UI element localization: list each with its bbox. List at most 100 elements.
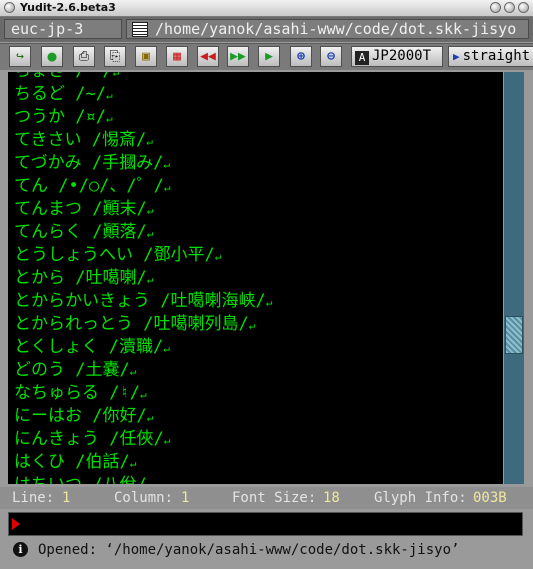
line-end-icon: ↵ <box>163 434 171 447</box>
zoom-in-button[interactable]: ⊕ <box>290 46 312 67</box>
column-value: 1 <box>181 490 190 506</box>
cursor-arrow-icon <box>12 518 20 530</box>
line-end-icon: ↵ <box>214 250 222 263</box>
line-end-icon: ↵ <box>146 227 154 240</box>
editor-line-text: ちょき /ー/ <box>14 72 113 81</box>
rewind-icon: ◀◀ <box>200 49 216 64</box>
editor-line[interactable]: とからかいきょう /吐噶喇海峡/↵ <box>14 290 272 313</box>
zoom-out-button[interactable]: ⊖ <box>320 46 342 67</box>
editor-line[interactable]: とかられっとう /吐噶喇列島/↵ <box>14 313 272 336</box>
line-end-icon: ↵ <box>146 273 154 286</box>
line-end-icon: ↵ <box>139 388 147 401</box>
direction-label: straight <box>462 48 531 64</box>
editor-line-text: てんまつ /顚末/ <box>14 199 147 219</box>
editor-line[interactable]: とくしょく /瀆職/↵ <box>14 336 272 359</box>
editor-line[interactable]: とうしょうへい /鄧小平/↵ <box>14 244 272 267</box>
editor-line[interactable]: ちょき /ー/↵ <box>14 72 272 83</box>
zoom-out-icon: ⊖ <box>327 49 335 64</box>
line-end-icon: ↵ <box>105 89 113 102</box>
editor-line[interactable]: てんらく /顚落/↵ <box>14 221 272 244</box>
editor-line-text: つうか /¤/ <box>14 107 106 127</box>
editor-line[interactable]: はくひ /伯話/↵ <box>14 451 272 474</box>
record-button[interactable]: ● <box>41 46 63 67</box>
print-preview-icon: ⎘ <box>109 49 121 64</box>
maximize-button[interactable] <box>504 2 515 13</box>
font-select-button[interactable]: A JP2000T <box>351 46 443 67</box>
vertical-scrollbar[interactable] <box>504 72 524 484</box>
direction-button[interactable]: ▶ straight <box>448 46 533 67</box>
window-title: Yudit-2.6.beta3 <box>20 1 116 14</box>
line-end-icon: ↵ <box>163 181 171 194</box>
font-icon: A <box>355 51 369 65</box>
line-end-icon: ↵ <box>112 72 120 79</box>
message-bar: i Opened: ‘/home/yanok/asahi-www/code/do… <box>0 539 533 561</box>
editor-line-text: とくしょく /瀆職/ <box>14 337 164 357</box>
editor-line[interactable]: てきさい /惕斎/↵ <box>14 129 272 152</box>
file-path-field[interactable]: /home/yanok/asahi-www/code/dot.skk-jisyo <box>126 19 529 39</box>
line-end-icon: ↵ <box>163 158 170 171</box>
editor-line[interactable]: はちいつ /八佾/↵ <box>14 474 272 484</box>
editor-line[interactable]: なちゅらる /♮/↵ <box>14 382 272 405</box>
editor-line-text: にーはお /你好/ <box>14 406 147 426</box>
editor-line[interactable]: にーはお /你好/↵ <box>14 405 272 428</box>
editor-line[interactable]: てん /•/○/、/゜/↵ <box>14 175 272 198</box>
font-name: JP2000T <box>372 48 432 64</box>
fast-forward-icon: ▶▶ <box>230 49 246 64</box>
glyph-info-label: Glyph Info: <box>374 490 467 506</box>
rewind-button[interactable]: ◀◀ <box>197 46 219 67</box>
keyboard-map-icon: ▣ <box>142 49 150 64</box>
open-file-button[interactable]: ↪ <box>9 46 31 67</box>
font-size-label: Font Size: <box>232 490 317 506</box>
line-end-icon: ↵ <box>105 112 113 125</box>
editor-line-text: てん /•/○/、/゜/ <box>14 176 164 196</box>
text-editor[interactable]: ちょき /ー/↵ちるど /~/↵つうか /¤/↵てきさい /惕斎/↵てづかみ /… <box>8 72 503 484</box>
zoom-in-icon: ⊕ <box>297 49 305 64</box>
scrollbar-thumb[interactable] <box>505 316 523 354</box>
open-file-icon: ↪ <box>16 49 24 64</box>
line-end-icon: ↵ <box>248 319 256 332</box>
editor-line[interactable]: ちるど /~/↵ <box>14 83 272 106</box>
editor-line[interactable]: にんきょう /任俠/↵ <box>14 428 272 451</box>
editor-line-text: とからかいきょう /吐噶喇海峡/ <box>14 291 266 311</box>
editor-line-text: とかられっとう /吐噶喇列島/ <box>14 314 249 334</box>
editor-line[interactable]: てんまつ /顚末/↵ <box>14 198 272 221</box>
title-bar[interactable]: Yudit-2.6.beta3 <box>0 0 533 17</box>
print-icon: ⎙ <box>78 49 90 64</box>
minimize-button[interactable] <box>490 2 501 13</box>
info-icon: i <box>13 542 28 557</box>
document-icon <box>132 22 148 37</box>
editor-line-text: なちゅらる /♮/ <box>14 383 140 403</box>
line-end-icon: ↵ <box>129 365 137 378</box>
line-end-icon: ↵ <box>146 204 154 217</box>
command-input[interactable] <box>8 512 523 536</box>
play-icon: ▶ <box>453 50 460 63</box>
glyph-info-value: 003B <box>473 490 507 506</box>
line-end-icon: ↵ <box>146 411 154 424</box>
window-menu-button[interactable] <box>4 2 15 13</box>
fast-forward-button[interactable]: ▶▶ <box>227 46 249 67</box>
line-end-icon: ↵ <box>265 296 273 309</box>
print-preview-button[interactable]: ⎘ <box>104 46 126 67</box>
editor-line-text: てきさい /惕斎/ <box>14 130 147 150</box>
editor-line[interactable]: どのう /土嚢/↵ <box>14 359 272 382</box>
keyboard-map-button[interactable]: ▣ <box>135 46 157 67</box>
close-button[interactable] <box>518 2 529 13</box>
editor-line-text: ちるど /~/ <box>14 84 106 104</box>
editor-line[interactable]: てづかみ /手摑み/↵ <box>14 152 272 175</box>
editor-line-text: どのう /土嚢/ <box>14 360 130 380</box>
column-label: Column: <box>114 490 174 506</box>
record-icon: ● <box>47 47 57 65</box>
encoding-field[interactable]: euc-jp-3 <box>4 19 122 39</box>
header-bar: euc-jp-3 /home/yanok/asahi-www/code/dot.… <box>0 17 533 42</box>
line-label: Line: <box>12 490 55 506</box>
editor-line[interactable]: とから /吐噶喇/↵ <box>14 267 272 290</box>
editor-line[interactable]: つうか /¤/↵ <box>14 106 272 129</box>
line-end-icon: ↵ <box>129 457 137 470</box>
line-end-icon: ↵ <box>147 480 154 484</box>
grid-button[interactable]: ▦ <box>166 46 188 67</box>
font-size-value: 18 <box>323 490 340 506</box>
editor-line-text: てづかみ /手摑み/ <box>14 153 164 173</box>
print-button[interactable]: ⎙ <box>73 46 95 67</box>
forward-button[interactable]: ▶ <box>258 46 280 67</box>
editor-line-text: てんらく /顚落/ <box>14 222 147 242</box>
